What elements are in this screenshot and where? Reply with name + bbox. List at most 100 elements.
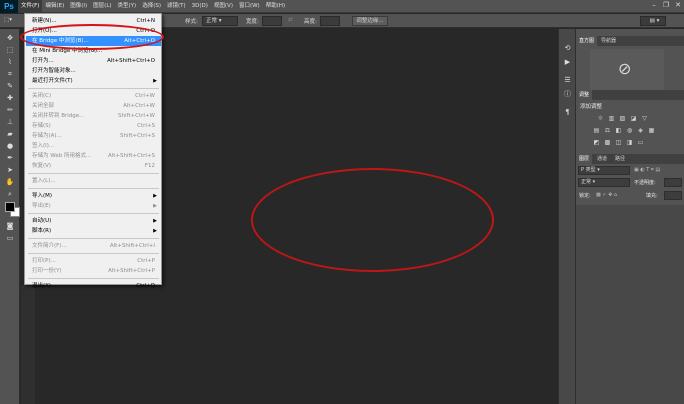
file-menu-item[interactable]: 关闭全部 Alt+Ctrl+W <box>26 101 161 111</box>
posterize-icon[interactable]: ▩ <box>603 139 612 146</box>
menu-10[interactable]: 帮助(H) <box>263 0 288 13</box>
exposure-icon[interactable]: ◪ <box>629 115 638 122</box>
curves-icon[interactable]: ▨ <box>618 115 627 122</box>
gradient-map-icon[interactable]: ▭ <box>636 139 645 146</box>
path-select-icon[interactable]: ➤ <box>4 165 16 175</box>
tab-navigator[interactable]: 导航器 <box>598 36 619 46</box>
invert-icon[interactable]: ◩ <box>592 139 601 146</box>
menu-item-label: 脚本(R) <box>32 228 52 234</box>
submenu-arrow-icon: ▶ <box>153 78 157 84</box>
file-menu-item[interactable]: 脚本(R) ▶ <box>26 226 161 236</box>
menu-5[interactable]: 选择(S) <box>139 0 164 13</box>
menu-item-shortcut: Alt+Shift+Ctrl+S <box>107 153 155 159</box>
menu-2[interactable]: 图像(I) <box>67 0 90 13</box>
history-icon[interactable]: ⟲ <box>562 43 573 53</box>
opacity-field[interactable] <box>664 178 682 187</box>
file-menu-item[interactable]: 存储为 Web 所用格式... Alt+Shift+Ctrl+S <box>26 151 161 161</box>
info-icon[interactable]: ⓘ <box>562 89 573 99</box>
hand-icon[interactable]: ✋ <box>4 177 16 187</box>
file-menu-item[interactable]: 签入(I)... <box>26 141 161 151</box>
tab-layers[interactable]: 图层 <box>576 154 593 164</box>
layer-filter-icons[interactable]: ▣ ◐ T ⌗ ▤ <box>634 167 660 173</box>
quick-mask-icon[interactable]: ◙ <box>4 221 16 231</box>
selective-color-icon[interactable]: ◨ <box>625 139 634 146</box>
swap-icon[interactable]: ⇄ <box>288 17 293 23</box>
refine-edge-button[interactable]: 调整边缘... <box>352 16 388 26</box>
file-menu-item[interactable]: 退出(X) Ctrl+Q <box>26 281 161 291</box>
height-field[interactable] <box>320 16 340 26</box>
width-label: 宽度: <box>246 19 259 25</box>
file-menu-item[interactable]: 恢复(V) F12 <box>26 161 161 171</box>
vibrance-icon[interactable]: ▽ <box>640 115 649 122</box>
width-field[interactable] <box>262 16 282 26</box>
tab-channels[interactable]: 通道 <box>594 154 610 164</box>
properties-icon[interactable]: ☰ <box>562 75 573 85</box>
close-icon[interactable]: ✕ <box>674 1 682 10</box>
blur-icon[interactable]: ● <box>4 141 16 151</box>
brush-icon[interactable]: ✏ <box>4 105 16 115</box>
file-menu-item[interactable]: 打开为... Alt+Shift+Ctrl+O <box>26 56 161 66</box>
file-menu-item[interactable]: 打印一份(Y) Alt+Shift+Ctrl+P <box>26 266 161 276</box>
color-balance-icon[interactable]: ⚖ <box>603 127 612 134</box>
pen-icon[interactable]: ✒ <box>4 153 16 163</box>
menu-7[interactable]: 3D(D) <box>189 0 211 13</box>
channel-mixer-icon[interactable]: ◈ <box>636 127 645 134</box>
minimize-icon[interactable]: – <box>650 1 658 10</box>
marquee-icon[interactable]: ⬚ <box>4 45 16 55</box>
file-menu-item[interactable]: 文件简介(F)... Alt+Shift+Ctrl+I <box>26 241 161 251</box>
workspace-switcher[interactable]: ▤ ▾ <box>640 16 666 26</box>
tab-paths[interactable]: 路径 <box>612 154 628 164</box>
style-select[interactable]: 正常 ▾ <box>202 16 238 26</box>
menu-8[interactable]: 视图(V) <box>211 0 236 13</box>
eraser-icon[interactable]: ▰ <box>4 129 16 139</box>
file-menu-item[interactable]: 最近打开文件(T) ▶ <box>26 76 161 86</box>
fill-field[interactable] <box>664 191 682 200</box>
menu-3[interactable]: 图层(L) <box>90 0 114 13</box>
foreground-color-swatch[interactable] <box>5 202 15 212</box>
lasso-icon[interactable]: ⌇ <box>4 57 16 67</box>
hue-saturation-icon[interactable]: ▤ <box>592 127 601 134</box>
threshold-icon[interactable]: ◫ <box>614 139 623 146</box>
lock-icons[interactable]: ▩ ✓ ✥ ⌂ <box>596 192 617 198</box>
eyedropper-icon[interactable]: ✎ <box>4 81 16 91</box>
paragraph-icon[interactable]: ¶ <box>562 107 573 117</box>
stamp-icon[interactable]: ⊥ <box>4 117 16 127</box>
color-lookup-icon[interactable]: ▦ <box>647 127 656 134</box>
blend-mode-select[interactable]: 正常 ▾ <box>578 178 630 187</box>
submenu-arrow-icon: ▶ <box>153 193 157 199</box>
menu-6[interactable]: 滤镜(T) <box>164 0 189 13</box>
play-actions-icon[interactable]: ▶ <box>562 57 573 67</box>
menu-1[interactable]: 编辑(E) <box>42 0 67 13</box>
file-menu-item[interactable]: 关闭(C) Ctrl+W <box>26 91 161 101</box>
file-menu-item[interactable]: 存储为(A)... Shift+Ctrl+S <box>26 131 161 141</box>
layers-list[interactable] <box>576 205 684 404</box>
opacity-label: 不透明度: <box>634 180 656 186</box>
layer-kind-filter[interactable]: P 类型 ▾ <box>578 166 630 175</box>
healing-brush-icon[interactable]: ✚ <box>4 93 16 103</box>
file-menu-item[interactable]: 关闭并转到 Bridge... Shift+Ctrl+W <box>26 111 161 121</box>
file-menu-item[interactable]: 打印(P)... Ctrl+P <box>26 256 161 266</box>
file-menu-item[interactable]: 存储(S) Ctrl+S <box>26 121 161 131</box>
file-menu-item[interactable]: 打开为智能对象... <box>26 66 161 76</box>
tab-histogram[interactable]: 直方图 <box>576 36 598 46</box>
restore-icon[interactable]: ❐ <box>662 1 670 10</box>
highlight-ellipse-canvas <box>251 168 494 272</box>
levels-icon[interactable]: ▥ <box>607 115 616 122</box>
file-menu-item[interactable]: 置入(L)... <box>26 176 161 186</box>
black-white-icon[interactable]: ◧ <box>614 127 623 134</box>
menu-item-label: 关闭并转到 Bridge... <box>32 113 85 119</box>
zoom-icon[interactable]: ⌕ <box>4 189 16 199</box>
screen-mode-icon[interactable]: ▭ <box>4 233 16 243</box>
photo-filter-icon[interactable]: ◍ <box>625 127 634 134</box>
marquee-tool-icon[interactable]: ⬚▾ <box>4 17 12 23</box>
file-menu-item[interactable]: 导入(M) ▶ <box>26 191 161 201</box>
crop-icon[interactable]: ⌗ <box>4 69 16 79</box>
file-menu-item[interactable]: 自动(U) ▶ <box>26 216 161 226</box>
tab-adjustments[interactable]: 调整 <box>576 90 593 100</box>
menu-4[interactable]: 类型(Y) <box>115 0 140 13</box>
menu-9[interactable]: 窗口(W) <box>236 0 263 13</box>
brightness-icon[interactable]: ☼ <box>596 115 605 122</box>
file-menu-item[interactable]: 导出(E) ▶ <box>26 201 161 211</box>
menu-0[interactable]: 文件(F) <box>18 0 43 13</box>
move-tool-icon[interactable]: ✥ <box>4 33 16 43</box>
